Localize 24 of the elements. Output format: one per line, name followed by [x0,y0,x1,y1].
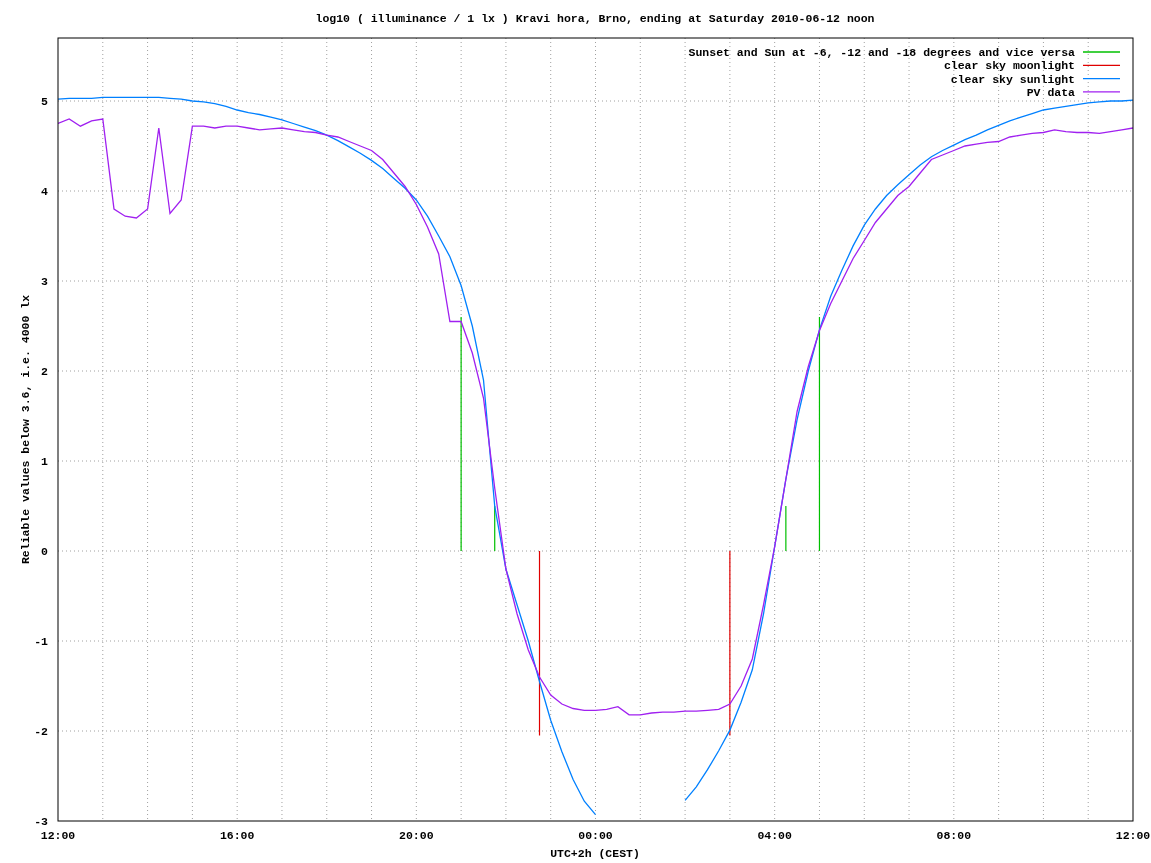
y-tick-label: 2 [41,365,48,378]
x-tick-label: 20:00 [399,829,434,842]
x-tick-label: 08:00 [936,829,972,842]
x-tick-label: 16:00 [219,829,255,842]
y-tick-label: -1 [34,635,48,648]
chart-title: log10 ( illuminance / 1 lx ) Kravi hora, Brno, ending at Saturday 2010-06-12 noon [315,12,875,25]
legend-label: clear sky sunlight [950,72,1075,86]
legend-label: clear sky moonlight [943,59,1075,73]
x-axis-label: UTC+2h (CEST) [550,847,640,860]
y-axis-label: Reliable values below 3.6, i.e. 4000 lx [19,294,32,565]
y-tick-label: -3 [34,815,48,828]
x-tick-label: 12:00 [1115,829,1151,842]
y-tick-label: -2 [34,725,48,738]
x-tick-label: 12:00 [40,829,76,842]
x-tick-label: 04:00 [757,829,792,842]
y-tick-label: 5 [41,95,48,108]
y-tick-label: 3 [41,275,48,288]
legend-label: PV data [1026,85,1075,99]
y-tick-label: 1 [41,455,48,468]
legend-swatch [1082,77,1121,80]
y-tick-label: 0 [41,545,48,558]
y-tick-label: 4 [41,185,48,198]
legend-label: Sunset and Sun at -6, -12 and -18 degrees and vice versa [688,46,1075,59]
x-tick-label: 00:00 [578,829,613,842]
